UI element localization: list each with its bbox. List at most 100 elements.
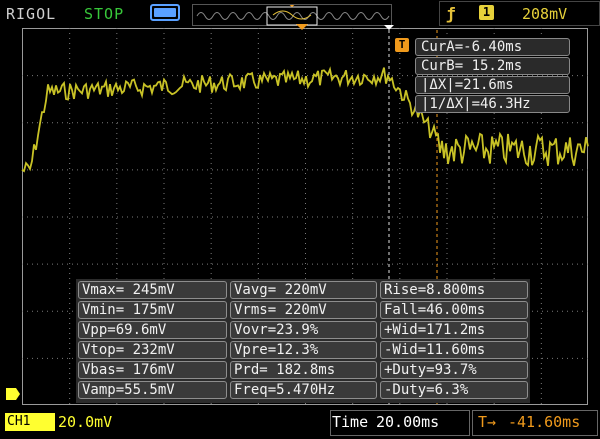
grid-dot bbox=[82, 75, 83, 77]
grid-dot bbox=[152, 122, 153, 124]
grid-dot bbox=[493, 268, 495, 269]
grid-dot bbox=[182, 75, 183, 77]
grid-dot bbox=[572, 75, 573, 77]
grid-dot bbox=[446, 213, 448, 214]
grid-dot bbox=[67, 357, 68, 359]
grid-dot bbox=[467, 169, 468, 171]
grid-dot bbox=[157, 263, 158, 265]
grid-dot bbox=[305, 33, 306, 34]
channel1-scale[interactable]: 20.0mV bbox=[58, 413, 112, 431]
grid-dot bbox=[42, 263, 43, 265]
grid-dot bbox=[137, 75, 138, 77]
grid-dot bbox=[69, 303, 71, 304]
grid-dot bbox=[262, 122, 263, 124]
grid-dot bbox=[210, 173, 212, 174]
meas-vrms: Vrms= 220mV bbox=[230, 301, 377, 319]
grid-dot bbox=[502, 122, 503, 124]
grid-dot bbox=[210, 133, 212, 134]
grid-dot bbox=[257, 75, 258, 77]
grid-dot bbox=[382, 263, 383, 265]
grid-dot bbox=[305, 228, 306, 229]
grid-dot bbox=[257, 168, 259, 169]
grid-dot bbox=[352, 273, 354, 274]
grid-dot bbox=[352, 243, 354, 244]
grid-dot bbox=[540, 368, 542, 369]
grid-dot bbox=[557, 357, 558, 359]
grid-dot bbox=[292, 216, 293, 218]
grid-dot bbox=[92, 216, 93, 218]
cursor-b-readout: CurB= 15.2ms bbox=[415, 57, 570, 75]
grid-dot bbox=[540, 263, 542, 264]
grid-dot bbox=[152, 263, 153, 265]
grid-dot bbox=[116, 403, 118, 404]
grid-dot bbox=[527, 122, 528, 124]
grid-dot bbox=[257, 183, 259, 184]
grid-dot bbox=[163, 213, 165, 214]
grid-dot bbox=[272, 122, 273, 124]
grid-dot bbox=[47, 357, 48, 359]
grid-dot bbox=[352, 173, 354, 174]
grid-dot bbox=[432, 263, 433, 265]
grid-dot bbox=[347, 216, 348, 218]
grid-dot bbox=[116, 198, 118, 199]
grid-dot bbox=[305, 183, 306, 184]
grid-dot bbox=[252, 216, 253, 218]
grid-dot bbox=[540, 213, 542, 214]
grid-dot bbox=[257, 153, 259, 154]
grid-dot bbox=[392, 122, 393, 124]
grid-dot bbox=[69, 318, 71, 319]
grid-dot bbox=[257, 238, 259, 239]
grid-dot bbox=[305, 188, 306, 189]
grid-dot bbox=[412, 216, 413, 218]
grid-dot bbox=[116, 113, 118, 114]
trigger-position-marker[interactable] bbox=[296, 24, 308, 30]
grid-dot bbox=[305, 178, 306, 179]
grid-dot bbox=[257, 113, 259, 114]
grid-dot bbox=[352, 203, 354, 204]
grid-dot bbox=[69, 373, 71, 374]
grid-dot bbox=[587, 263, 588, 265]
grid-dot bbox=[32, 263, 33, 265]
grid-dot bbox=[132, 169, 133, 171]
cursor-a-marker[interactable] bbox=[384, 25, 394, 30]
grid-dot bbox=[122, 263, 123, 265]
grid-dot bbox=[257, 198, 259, 199]
grid-dot bbox=[540, 173, 542, 174]
grid-dot bbox=[305, 263, 306, 264]
meas-vmax: Vmax= 245mV bbox=[78, 281, 227, 299]
trigger-offset-value[interactable]: -41.60ms bbox=[508, 413, 580, 431]
grid-dot bbox=[182, 263, 183, 265]
grid-dot bbox=[540, 118, 542, 119]
grid-dot bbox=[116, 78, 118, 79]
grid-dot bbox=[282, 75, 283, 77]
grid-dot bbox=[267, 75, 268, 77]
grid-dot bbox=[47, 75, 48, 77]
grid-dot bbox=[69, 73, 71, 74]
channel1-tag[interactable]: CH1 bbox=[5, 413, 55, 431]
grid-dot bbox=[97, 122, 98, 124]
grid-dot bbox=[163, 208, 165, 209]
grid-dot bbox=[446, 268, 448, 269]
grid-dot bbox=[167, 216, 168, 218]
timebase-value[interactable]: 20.00ms bbox=[376, 413, 439, 431]
grid-dot bbox=[305, 193, 306, 194]
channel1-offset-marker[interactable] bbox=[6, 388, 20, 400]
grid-dot bbox=[210, 98, 212, 99]
grid-dot bbox=[52, 263, 53, 265]
grid-dot bbox=[332, 169, 333, 171]
grid-dot bbox=[163, 248, 165, 249]
grid-dot bbox=[542, 310, 543, 312]
grid-dot bbox=[287, 169, 288, 171]
grid-dot bbox=[127, 75, 128, 77]
grid-dot bbox=[542, 122, 543, 124]
grid-dot bbox=[417, 122, 418, 124]
grid-dot bbox=[177, 216, 178, 218]
grid-dot bbox=[222, 216, 223, 218]
grid-dot bbox=[72, 357, 73, 359]
grid-dot bbox=[42, 75, 43, 77]
grid-dot bbox=[287, 263, 288, 265]
grid-dot bbox=[163, 43, 165, 44]
grid-dot bbox=[567, 310, 568, 312]
grid-dot bbox=[232, 263, 233, 265]
grid-dot bbox=[305, 198, 306, 199]
